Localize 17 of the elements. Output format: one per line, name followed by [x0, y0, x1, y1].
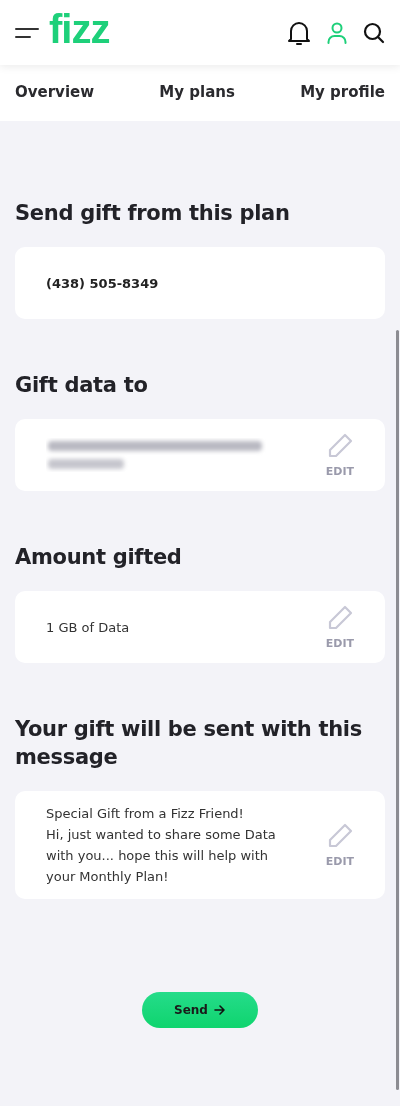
scroll-bar[interactable]	[396, 330, 399, 1090]
nav-tab[interactable]: My profile	[300, 83, 385, 103]
bell-icon[interactable]	[287, 19, 311, 46]
nav-tab[interactable]: Overview	[15, 83, 95, 103]
section-title: Gift data to	[15, 372, 149, 399]
arrow-right-icon	[213, 1004, 226, 1016]
nav-tab[interactable]: My plans	[159, 83, 235, 103]
section-title: Amount gifted	[15, 544, 183, 571]
card-text: Hi, just wanted to share some Data with you... hope this will help with your Monthly Plan!	[46, 826, 277, 886]
menu-icon[interactable]	[15, 26, 39, 39]
card-text: 1 GB of Data	[46, 618, 131, 637]
search-icon[interactable]	[363, 21, 385, 44]
section-title: Send gift from this plan	[15, 200, 291, 227]
section-title: Your gift will be sent with this message	[15, 716, 363, 771]
card-text: Special Gift from a Fizz Friend!	[46, 805, 245, 823]
send-button[interactable]: Send	[142, 992, 258, 1028]
card-text: (438) 505-8349	[46, 274, 160, 293]
